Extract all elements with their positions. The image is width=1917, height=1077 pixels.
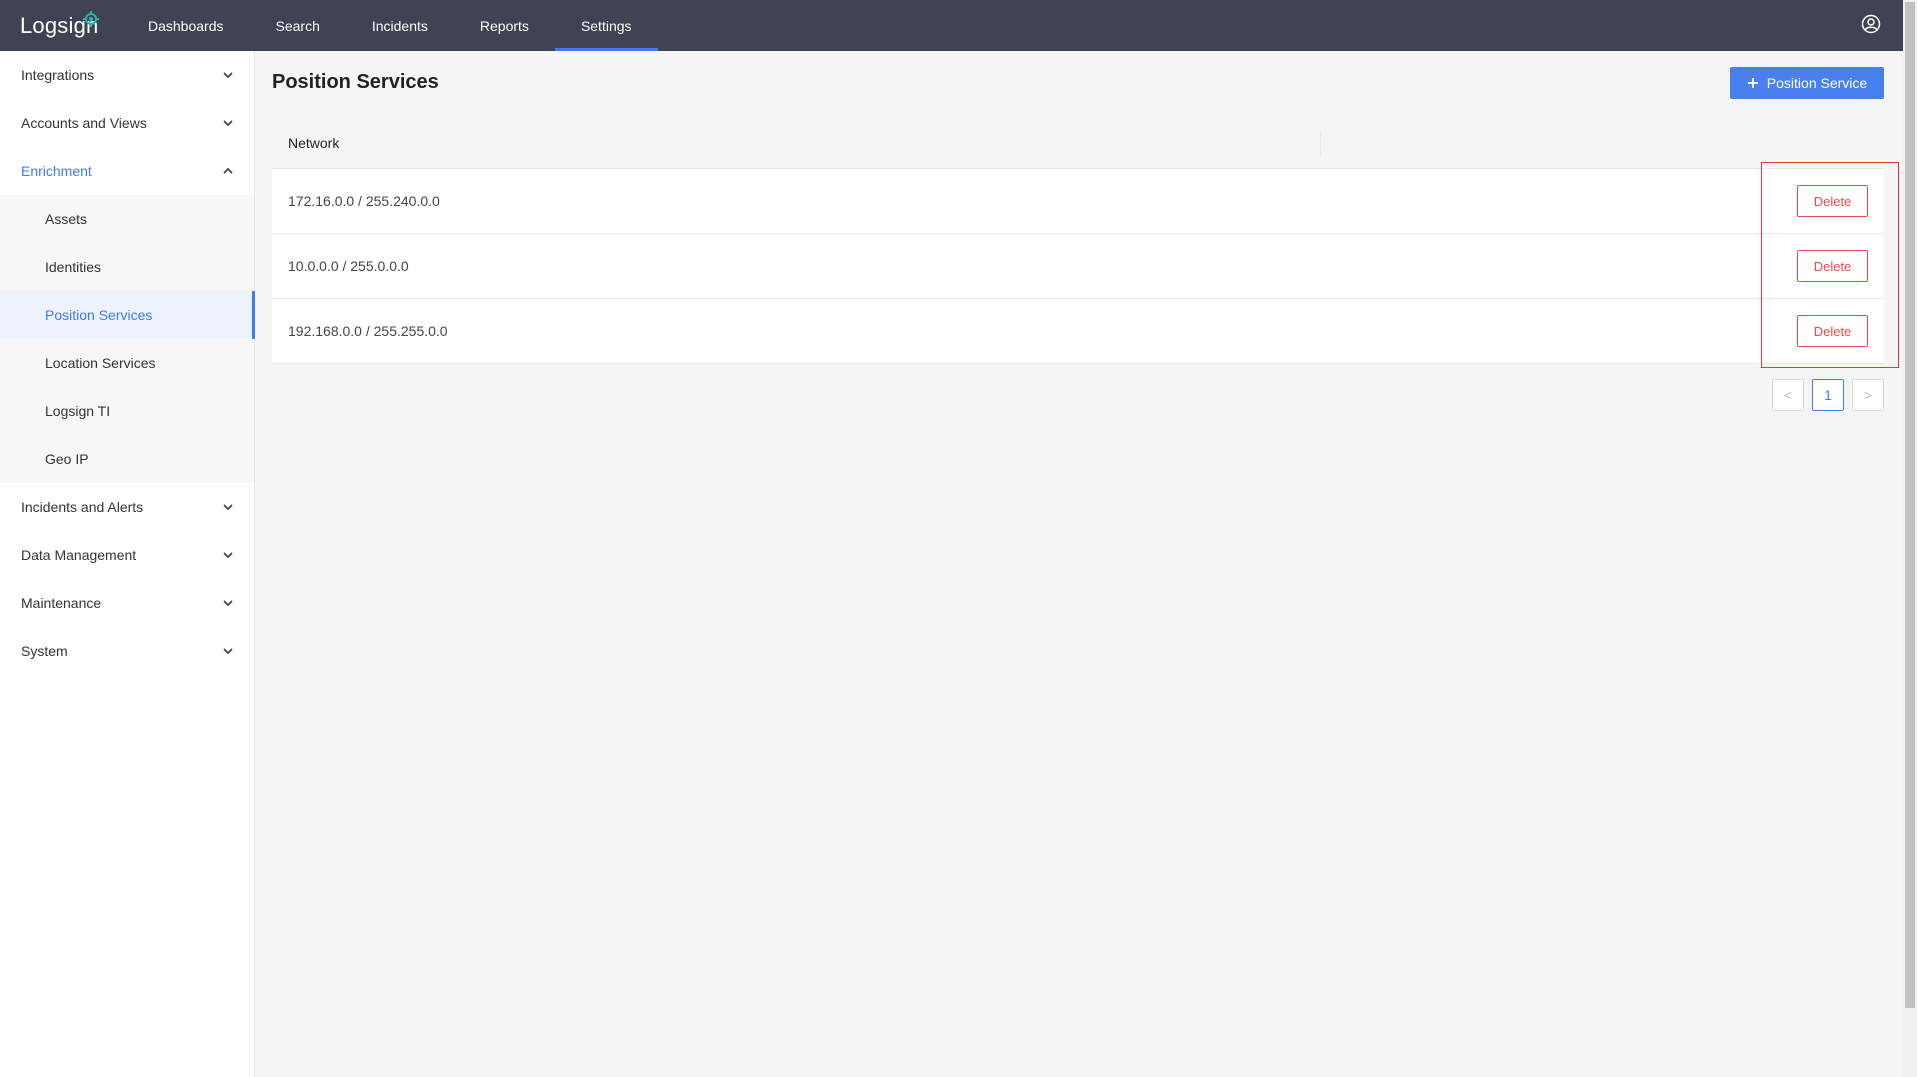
page-title: Position Services xyxy=(272,71,439,93)
nav-search[interactable]: Search xyxy=(250,0,346,51)
table-row: 192.168.0.0 / 255.255.0.0 Delete xyxy=(272,299,1884,364)
table-header: Network xyxy=(272,117,1884,169)
sidebar-item-label: System xyxy=(21,643,68,659)
table-row: 172.16.0.0 / 255.240.0.0 Delete xyxy=(272,169,1884,234)
table-row: 10.0.0.0 / 255.0.0.0 Delete xyxy=(272,234,1884,299)
enrichment-submenu: Assets Identities Position Services Loca… xyxy=(0,195,255,483)
sidebar-item-enrichment[interactable]: Enrichment xyxy=(0,147,254,195)
sidebar-item-data-management[interactable]: Data Management xyxy=(0,531,254,579)
prev-page-button[interactable]: < xyxy=(1772,379,1804,411)
delete-button[interactable]: Delete xyxy=(1797,185,1868,217)
sidebar-item-label: Incidents and Alerts xyxy=(21,499,144,515)
sidebar-item-maintenance[interactable]: Maintenance xyxy=(0,579,254,627)
sidebar-item-integrations[interactable]: Integrations xyxy=(0,51,254,99)
plus-icon xyxy=(1747,78,1758,88)
network-cell: 172.16.0.0 / 255.240.0.0 xyxy=(288,193,440,209)
delete-button[interactable]: Delete xyxy=(1797,315,1868,347)
sidebar-item-geo-ip[interactable]: Geo IP xyxy=(0,435,254,483)
chevron-down-icon xyxy=(223,552,233,559)
nav-reports[interactable]: Reports xyxy=(454,0,555,51)
network-cell: 10.0.0.0 / 255.0.0.0 xyxy=(288,258,409,274)
sidebar-item-label: Enrichment xyxy=(21,163,92,179)
user-account-icon[interactable] xyxy=(1861,14,1881,34)
main-nav: Dashboards Search Incidents Reports Sett… xyxy=(122,0,658,51)
sidebar-item-position-services[interactable]: Position Services xyxy=(0,291,255,339)
sidebar-item-identities[interactable]: Identities xyxy=(0,243,254,291)
sidebar-item-label: Data Management xyxy=(21,547,137,563)
sidebar-item-label: Maintenance xyxy=(21,595,102,611)
sidebar-item-label: Integrations xyxy=(21,67,95,83)
next-page-button[interactable]: > xyxy=(1852,379,1884,411)
add-position-service-button[interactable]: Position Service xyxy=(1730,67,1884,99)
chevron-down-icon xyxy=(223,504,233,511)
add-button-label: Position Service xyxy=(1766,75,1868,91)
sidebar-item-system[interactable]: System xyxy=(0,627,254,675)
chevron-down-icon xyxy=(223,600,233,607)
settings-sidebar: Integrations Accounts and Views Enrichme… xyxy=(0,51,255,1077)
page-scrollbar[interactable] xyxy=(1903,0,1917,1077)
logo-mark-icon xyxy=(83,11,99,27)
network-cell: 192.168.0.0 / 255.255.0.0 xyxy=(288,323,448,339)
sidebar-item-accounts-and-views[interactable]: Accounts and Views xyxy=(0,99,254,147)
logsign-logo[interactable]: Logsign xyxy=(0,0,118,51)
column-header-network: Network xyxy=(288,134,340,151)
chevron-down-icon xyxy=(223,648,233,655)
nav-incidents[interactable]: Incidents xyxy=(346,0,454,51)
scrollbar-thumb[interactable] xyxy=(1905,2,1915,1008)
page-number-button[interactable]: 1 xyxy=(1812,379,1844,411)
chevron-down-icon xyxy=(223,72,233,79)
pagination: < 1 > xyxy=(1772,379,1884,411)
sidebar-item-assets[interactable]: Assets xyxy=(0,195,254,243)
sidebar-item-incidents-and-alerts[interactable]: Incidents and Alerts xyxy=(0,483,254,531)
top-navbar: Logsign Dashboards Search Incidents Repo… xyxy=(0,0,1917,51)
nav-dashboards[interactable]: Dashboards xyxy=(122,0,250,51)
delete-button[interactable]: Delete xyxy=(1797,250,1868,282)
sidebar-item-label: Accounts and Views xyxy=(21,115,147,131)
chevron-down-icon xyxy=(223,120,233,127)
nav-settings[interactable]: Settings xyxy=(554,0,658,51)
sidebar-item-logsign-ti[interactable]: Logsign TI xyxy=(0,387,254,435)
position-services-table: Network 172.16.0.0 / 255.240.0.0 Delete … xyxy=(272,117,1884,364)
column-divider xyxy=(1320,131,1321,155)
chevron-up-icon xyxy=(223,167,233,174)
sidebar-item-location-services[interactable]: Location Services xyxy=(0,339,254,387)
